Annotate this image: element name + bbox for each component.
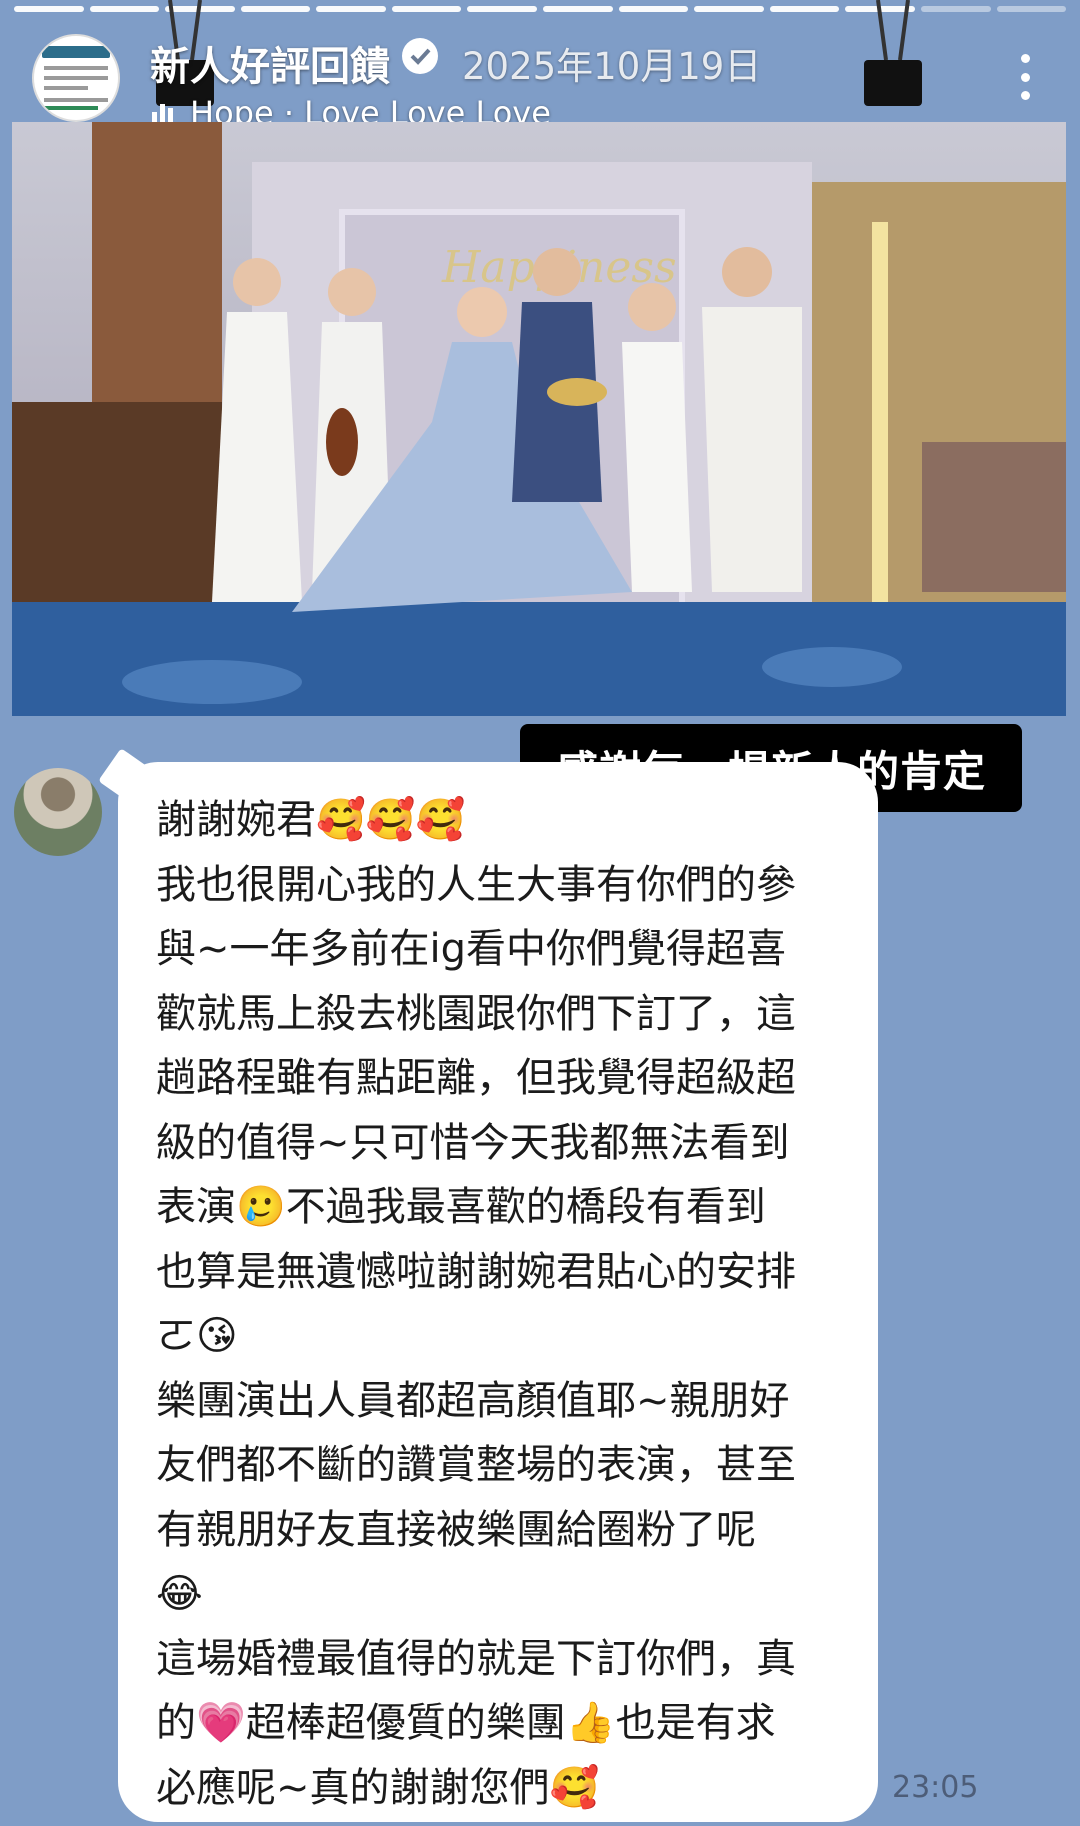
story-progress-segment (391, 6, 462, 12)
message-line: 😂 (156, 1571, 203, 1617)
message-line: 的💗超棒超優質的樂團👍也是有求 (156, 1700, 776, 1746)
wedding-photo: Happiness (12, 122, 1066, 716)
story-progress-segment (89, 6, 160, 12)
story-progress-segment (240, 6, 311, 12)
account-name[interactable]: 新人好評回饋 (150, 34, 390, 92)
message-line: 也算是無遺憾啦謝謝婉君貼心的安排 (156, 1248, 796, 1295)
message-line: 有親朋好友直接被樂團給圈粉了呢 (156, 1506, 756, 1553)
profile-avatar[interactable] (32, 34, 120, 122)
message-text: 謝謝婉君🥰🥰🥰 我也很開心我的人生大事有你們的參 與~一年多前在ig看中你們覺得超喜… (156, 788, 856, 1820)
message-line: 趟路程雖有點距離，但我覺得超級超 (156, 1055, 796, 1101)
message-line: ㄛ😘 (156, 1313, 238, 1359)
message-line: 歡就馬上殺去桃園跟你們下訂了，這 (156, 990, 796, 1037)
sender-avatar (14, 768, 102, 856)
message-line: 謝謝婉君🥰🥰🥰 (156, 797, 466, 843)
story-progress-segment (316, 6, 386, 12)
story-progress-segment (769, 6, 840, 12)
message-line: 這場婚禮最值得的就是下訂你們，真 (156, 1635, 796, 1682)
message-bubble: 謝謝婉君🥰🥰🥰 我也很開心我的人生大事有你們的參 與~一年多前在ig看中你們覺得超喜… (118, 762, 878, 1822)
story-date: 2025年10月19日 (462, 45, 762, 88)
message-line: 友們都不斷的讚賞整場的表演，甚至 (156, 1442, 796, 1488)
message-line: 必應呢~真的謝謝您們🥰 (156, 1764, 600, 1811)
story-progress-segment (14, 6, 84, 12)
story-progress-segment (920, 6, 991, 12)
story-progress-segment (618, 6, 689, 12)
message-line: 我也很開心我的人生大事有你們的參 (156, 861, 796, 908)
message-line: 級的值得~只可惜今天我都無法看到 (156, 1119, 790, 1166)
story-progress-segment (694, 6, 764, 12)
verified-badge-icon (402, 38, 438, 74)
story-progress-segment (996, 6, 1067, 12)
story-progress-segment (467, 6, 538, 12)
more-options-icon[interactable] (1018, 54, 1032, 100)
message-time: 23:05 (892, 1770, 979, 1805)
message-line: 樂團演出人員都超高顏值耶~親朋好 (156, 1377, 790, 1424)
message-line: 與~一年多前在ig看中你們覺得超喜 (156, 926, 787, 972)
story-progress-segment (543, 6, 613, 12)
message-line: 表演🥲不過我最喜歡的橋段有看到 (156, 1184, 766, 1230)
